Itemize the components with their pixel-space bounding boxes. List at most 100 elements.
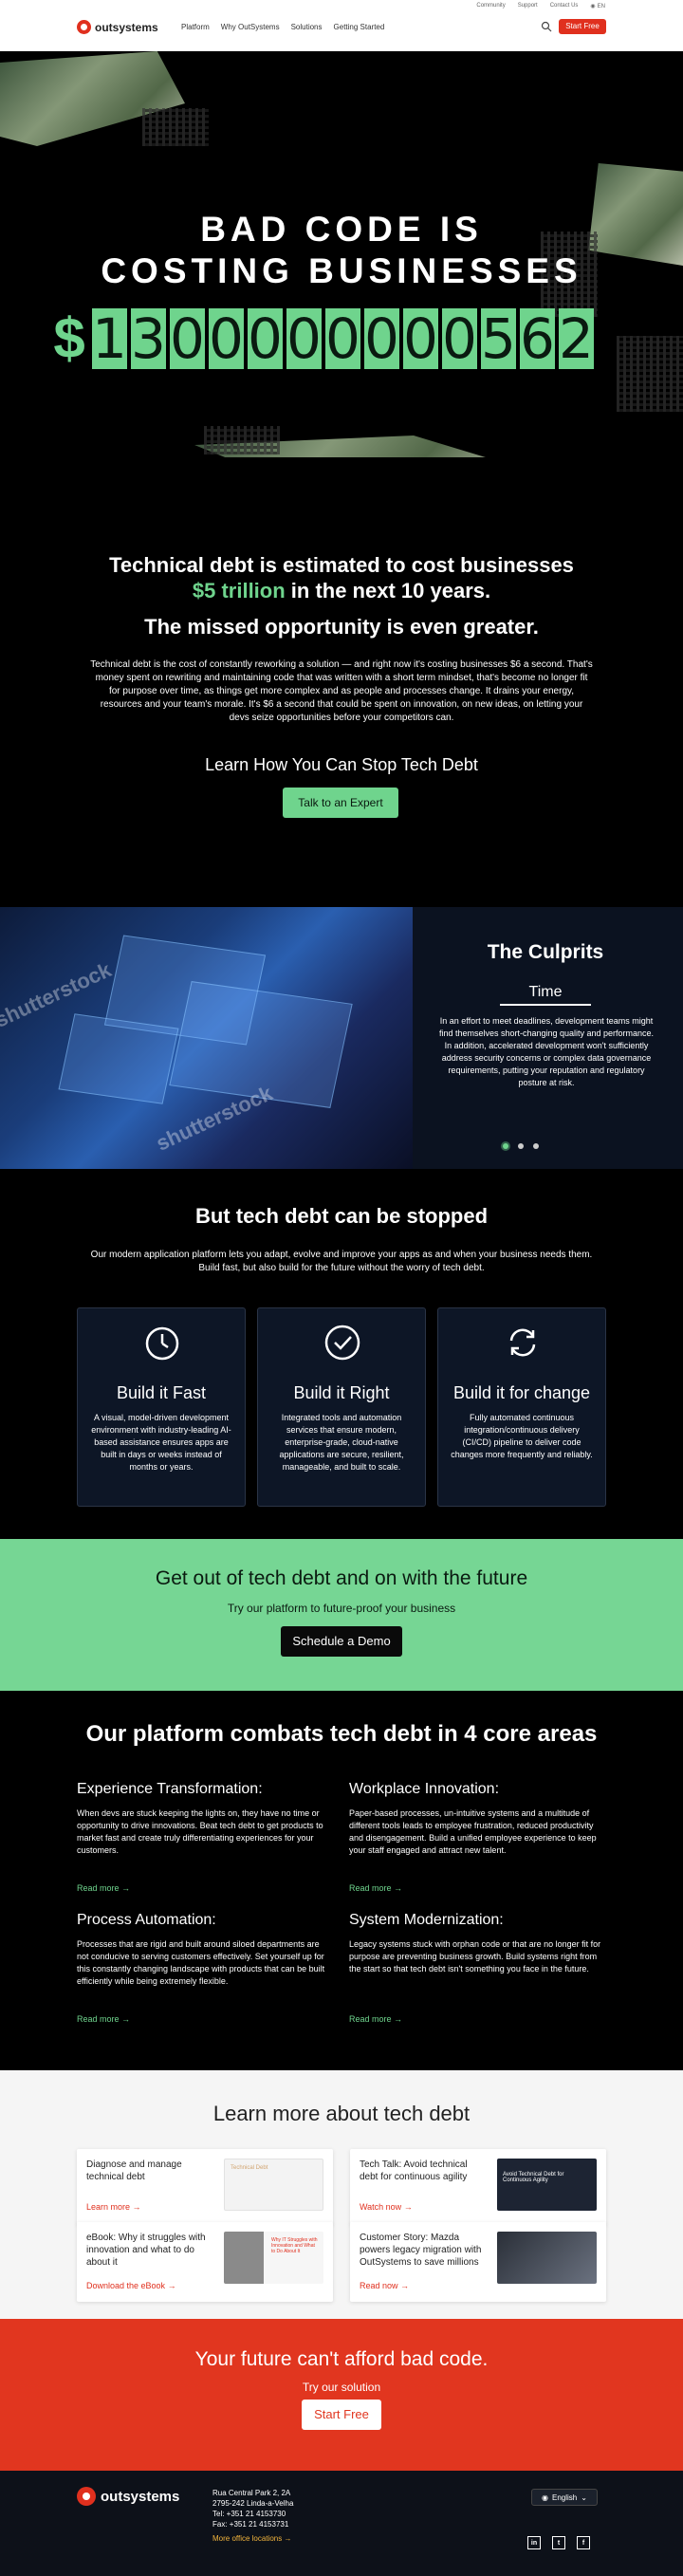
- read-more-label: Read more: [77, 1883, 120, 1893]
- linkedin-icon[interactable]: in: [527, 2536, 541, 2549]
- resource-card[interactable]: eBook: Why it struggles with innovation …: [77, 2222, 333, 2302]
- language-select[interactable]: ◉ English ⌄: [531, 2489, 598, 2506]
- logo-mark-icon: [77, 2487, 96, 2506]
- carousel-dot[interactable]: [503, 1143, 508, 1149]
- arrow-right-icon: →: [284, 2534, 292, 2543]
- area-body: Processes that are rigid and built aroun…: [77, 1939, 325, 1986]
- future-subtitle: Try our solution: [302, 2381, 381, 2394]
- resource-link-label: Learn more: [86, 2202, 131, 2212]
- pixel-dissolve-decoration: [142, 108, 209, 146]
- stopwatch-icon: [145, 1326, 179, 1361]
- logo-text: outsystems: [95, 20, 158, 34]
- culprits-section: shutterstock shutterstock The Culprits T…: [0, 907, 683, 1169]
- language-switch[interactable]: ◉ EN: [590, 3, 605, 10]
- area-workplace: Workplace Innovation: Paper-based proces…: [349, 1781, 605, 1857]
- intro-body: Technical debt is the cost of constantly…: [90, 659, 593, 723]
- pixel-dissolve-decoration: [204, 426, 280, 454]
- area-modernization: System Modernization: Legacy systems stu…: [349, 1912, 605, 1975]
- resource-thumbnail-photo: [497, 2232, 597, 2284]
- area-body: Paper-based processes, un-intuitive syst…: [349, 1808, 597, 1855]
- refresh-arrows-icon: [509, 1328, 536, 1357]
- search-icon[interactable]: [541, 21, 552, 32]
- talk-to-expert-button[interactable]: Talk to an Expert: [283, 788, 398, 818]
- platform-title: Our platform combats tech debt in 4 core…: [85, 1721, 598, 1747]
- counter-digit: 5: [481, 306, 516, 371]
- intro-headline-a: Technical debt is estimated to cost busi…: [109, 553, 574, 577]
- future-title: Your future can't afford bad code.: [194, 2348, 489, 2370]
- language-code: EN: [597, 3, 605, 9]
- resource-card[interactable]: Tech Talk: Avoid technical debt for cont…: [350, 2149, 606, 2225]
- carousel-dot[interactable]: [518, 1143, 524, 1149]
- counter-digit: 0: [286, 306, 322, 371]
- stopped-title: But tech debt can be stopped: [194, 1204, 489, 1228]
- start-free-button[interactable]: Start Free: [302, 2400, 381, 2430]
- language-select-value: English: [552, 2493, 578, 2502]
- read-more-link[interactable]: Read more →: [349, 2014, 605, 2024]
- resource-link[interactable]: Read now →: [360, 2281, 409, 2290]
- utility-support-link[interactable]: Support: [518, 3, 538, 9]
- facebook-icon[interactable]: f: [577, 2536, 590, 2549]
- cta-subtitle: Try our platform to future-proof your bu…: [227, 1602, 456, 1615]
- debt-counter: $ 1300000000562: [50, 306, 594, 371]
- counter-digit: 0: [403, 306, 438, 371]
- resource-title: Customer Story: Mazda powers legacy migr…: [360, 2233, 482, 2268]
- nav-item-solutions[interactable]: Solutions: [291, 23, 323, 31]
- globe-icon: ◉: [590, 4, 596, 9]
- resource-link-label: Download the eBook: [86, 2281, 166, 2290]
- culprits-title: The Culprits: [487, 941, 604, 963]
- counter-digit: 6: [520, 306, 555, 371]
- resource-link[interactable]: Download the eBook →: [86, 2281, 176, 2290]
- arrow-right-icon: →: [403, 2202, 413, 2212]
- feature-card-fast: Build it Fast A visual, model-driven dev…: [77, 1307, 246, 1507]
- carousel-dots: [503, 1143, 539, 1149]
- phone-line: Tel: +351 21 4153730: [212, 2510, 286, 2518]
- resource-card[interactable]: Customer Story: Mazda powers legacy migr…: [350, 2222, 606, 2302]
- feature-card-change: Build it for change Fully automated cont…: [437, 1307, 606, 1507]
- image-watermark: shutterstock: [152, 1081, 276, 1156]
- address-line: Rua Central Park 2, 2A: [212, 2489, 291, 2497]
- schedule-demo-button[interactable]: Schedule a Demo: [281, 1626, 402, 1657]
- footer-logo[interactable]: outsystems: [77, 2487, 179, 2506]
- area-body: When devs are stuck keeping the lights o…: [77, 1808, 323, 1855]
- logo-text: outsystems: [101, 2488, 180, 2505]
- main-nav: Platform Why OutSystems Solutions Gettin…: [181, 23, 384, 31]
- twitter-icon[interactable]: t: [552, 2536, 565, 2549]
- carousel-dot[interactable]: [533, 1143, 539, 1149]
- office-locations-link[interactable]: More office locations →: [212, 2533, 293, 2544]
- area-body: Legacy systems stuck with orphan code or…: [349, 1939, 601, 1974]
- address-line: 2795-242 Linda-a-Velha: [212, 2499, 294, 2508]
- start-free-button[interactable]: Start Free: [559, 19, 606, 34]
- learn-more-section: Learn more about tech debt Diagnose and …: [0, 2070, 683, 2319]
- counter-digit: 2: [559, 306, 594, 371]
- nav-item-getting-started[interactable]: Getting Started: [334, 23, 385, 31]
- arrow-right-icon: →: [400, 2281, 410, 2290]
- arrow-right-icon: →: [121, 2014, 131, 2024]
- feature-card-body: A visual, model-driven development envir…: [91, 1413, 231, 1472]
- resource-link-label: Watch now: [360, 2202, 402, 2212]
- counter-digit: 0: [209, 306, 244, 371]
- nav-item-why-outsystems[interactable]: Why OutSystems: [221, 23, 280, 31]
- utility-community-link[interactable]: Community: [476, 3, 505, 9]
- feature-card-right: Build it Right Integrated tools and auto…: [257, 1307, 426, 1507]
- arrow-right-icon: →: [394, 1883, 403, 1893]
- demo-cta-section: Get out of tech debt and on with the fut…: [0, 1539, 683, 1691]
- cta-title: Get out of tech debt and on with the fut…: [155, 1567, 528, 1589]
- read-more-link[interactable]: Read more →: [349, 1883, 605, 1893]
- read-more-link[interactable]: Read more →: [77, 1883, 333, 1893]
- resource-title: eBook: Why it struggles with innovation …: [86, 2233, 206, 2268]
- utility-contact-link[interactable]: Contact Us: [550, 3, 579, 9]
- resource-card[interactable]: Diagnose and manage technical debt Learn…: [77, 2149, 333, 2225]
- resource-link[interactable]: Watch now →: [360, 2202, 413, 2212]
- arrow-right-icon: →: [121, 1883, 131, 1893]
- nav-item-platform[interactable]: Platform: [181, 23, 210, 31]
- logo[interactable]: outsystems: [77, 20, 158, 34]
- read-more-link[interactable]: Read more →: [77, 2014, 333, 2024]
- learn-heading: Learn How You Can Stop Tech Debt: [205, 755, 478, 774]
- tab-time[interactable]: Time: [500, 984, 591, 1006]
- resource-link[interactable]: Learn more →: [86, 2202, 141, 2212]
- resource-title: Tech Talk: Avoid technical debt for cont…: [360, 2159, 468, 2182]
- area-title: Process Automation:: [77, 1912, 216, 1928]
- site-header: Community Support Contact Us ◉ EN outsys…: [0, 0, 683, 51]
- logo-mark-icon: [77, 20, 91, 34]
- intro-subheadline: The missed opportunity is even greater.: [144, 615, 539, 639]
